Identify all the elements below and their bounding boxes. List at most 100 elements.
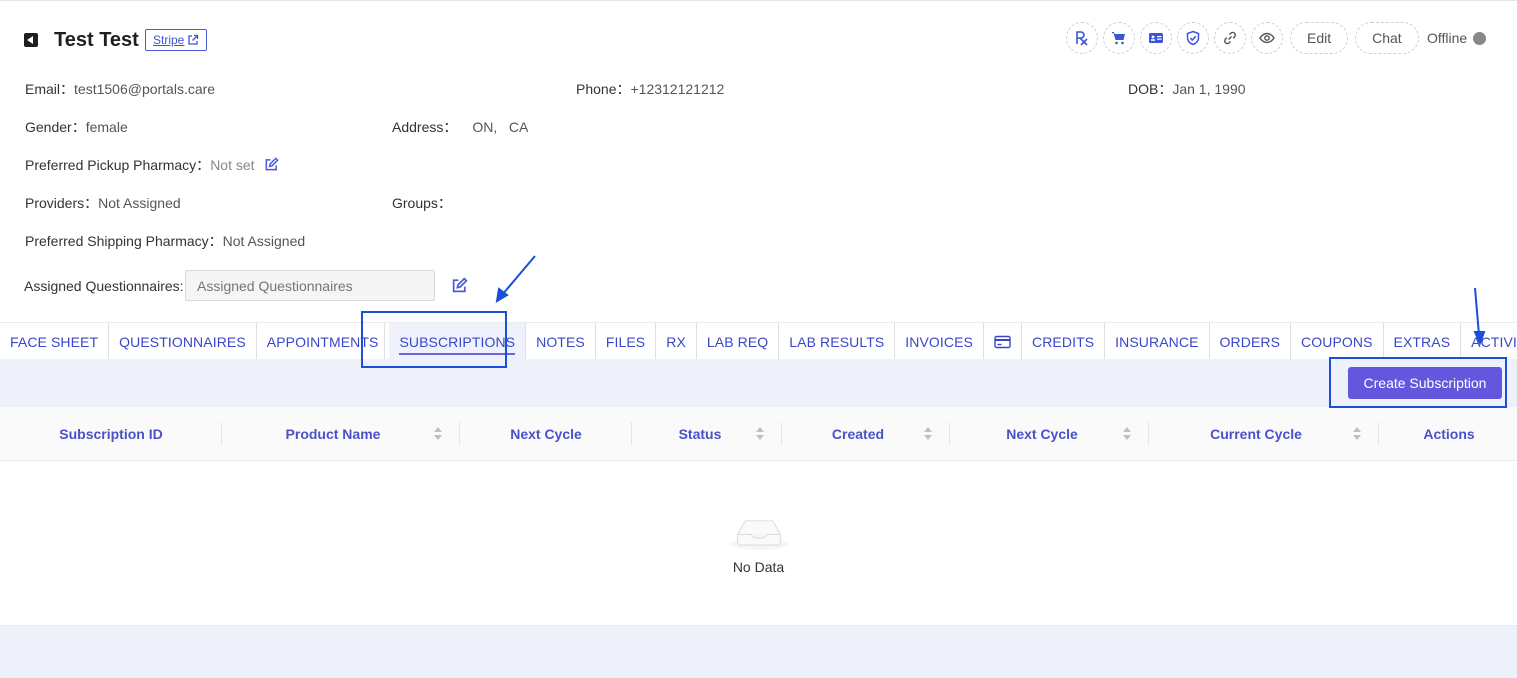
tab-invoices[interactable]: INVOICES [895, 323, 985, 360]
column-next-cycle-2[interactable]: Next Cycle [950, 407, 1134, 461]
shield-icon [1186, 30, 1200, 46]
cart-icon [1112, 32, 1125, 45]
rx-icon [1076, 31, 1088, 46]
tab-label: EXTRAS [1393, 333, 1451, 350]
id-card-button[interactable] [1140, 22, 1172, 54]
gender-value: female [85, 119, 128, 135]
tab-orders[interactable]: ORDERS [1210, 323, 1292, 360]
sort-icon[interactable] [1123, 427, 1131, 441]
tab-label: INVOICES [905, 333, 974, 350]
providers-label: Providers： [25, 195, 99, 211]
edit-icon[interactable] [264, 157, 280, 175]
tab-notes[interactable]: NOTES [526, 323, 596, 360]
empty-state: No Data [0, 461, 1517, 626]
tab-lab-req[interactable]: LAB REQ [697, 323, 780, 360]
tab-label: ORDERS [1219, 333, 1281, 350]
tab-lab-results[interactable]: LAB RESULTS [779, 323, 896, 360]
dob-row: DOB：Jan 1, 1990 [1128, 79, 1246, 99]
tab-activity[interactable]: ACTIVITY [1461, 323, 1517, 360]
gender-label: Gender： [25, 119, 86, 135]
tab-rx[interactable]: RX [656, 323, 697, 360]
column-subscription-id[interactable]: Subscription ID [0, 407, 222, 461]
shipping-pharmacy-row: Preferred Shipping Pharmacy：Not Assigned [25, 231, 305, 251]
table-header: Subscription ID Product Name Next Cycle … [0, 407, 1517, 461]
address-label: Address： [392, 119, 458, 135]
footer-band [0, 626, 1517, 678]
column-next-cycle[interactable]: Next Cycle [460, 407, 632, 461]
questionnaires-input[interactable] [185, 270, 435, 301]
email-row: Email：test1506@portals.care [25, 79, 215, 99]
tab-extras[interactable]: EXTRAS [1384, 323, 1462, 360]
tab-label: FILES [605, 333, 646, 350]
tab-label: NOTES [536, 333, 585, 350]
tab-insurance[interactable]: INSURANCE [1105, 323, 1210, 360]
link-button[interactable] [1214, 22, 1246, 54]
pickup-pharmacy-row: Preferred Pickup Pharmacy：Not set [25, 155, 280, 175]
groups-row: Groups： [392, 193, 452, 213]
pickup-pharmacy-value: Not set [210, 157, 255, 173]
phone-row: Phone：+12312121212 [576, 79, 724, 99]
tab-coupons[interactable]: COUPONS [1291, 323, 1384, 360]
eye-icon [1259, 32, 1275, 44]
sort-icon[interactable] [434, 427, 442, 441]
highlight-subscriptions-tab [361, 311, 507, 368]
sort-icon[interactable] [756, 427, 764, 441]
column-status[interactable]: Status [632, 407, 768, 461]
empty-inbox-icon [729, 520, 789, 550]
tab-label: INSURANCE [1115, 333, 1199, 350]
dob-label: DOB： [1128, 81, 1173, 97]
tab-label: ACTIVITY [1471, 333, 1517, 350]
pickup-pharmacy-label: Preferred Pickup Pharmacy： [25, 157, 211, 173]
email-value: test1506@portals.care [74, 81, 216, 97]
stripe-link-label: Stripe [153, 33, 185, 47]
view-button[interactable] [1251, 22, 1283, 54]
no-data-text: No Data [732, 559, 785, 575]
phone-value: +12312121212 [630, 81, 725, 97]
address-row: Address： ON, CA [392, 117, 528, 137]
tab-questionnaires[interactable]: QUESTIONNAIRES [109, 323, 257, 360]
tab-files[interactable]: FILES [596, 323, 657, 360]
tab-label: FACE SHEET [10, 333, 99, 350]
column-created[interactable]: Created [782, 407, 934, 461]
stripe-link[interactable]: Stripe [145, 29, 208, 51]
groups-label: Groups： [392, 195, 452, 211]
tab-label: CREDITS [1032, 333, 1095, 350]
highlight-create-button [1329, 357, 1507, 408]
tab-face-sheet[interactable]: FACE SHEET [0, 323, 110, 360]
edit-questionnaires-icon[interactable] [451, 277, 468, 297]
back-icon[interactable] [24, 33, 38, 47]
edit-button[interactable]: Edit [1290, 22, 1349, 54]
link-icon [1224, 31, 1236, 45]
tab-payment-methods[interactable] [984, 323, 1023, 360]
shipping-pharmacy-value: Not Assigned [222, 233, 306, 249]
sort-icon[interactable] [1353, 427, 1361, 441]
tab-label: QUESTIONNAIRES [119, 333, 246, 350]
tab-label: LAB REQ [706, 333, 769, 350]
external-link-icon [188, 34, 199, 45]
header-actions: Edit Chat [1066, 22, 1419, 54]
chat-button[interactable]: Chat [1355, 22, 1419, 54]
providers-value: Not Assigned [98, 195, 181, 211]
sort-icon[interactable] [924, 427, 932, 441]
column-current-cycle[interactable]: Current Cycle [1149, 407, 1363, 461]
patient-name: Test Test [54, 29, 139, 51]
rx-button[interactable] [1066, 22, 1098, 54]
gender-row: Gender：female [25, 117, 128, 137]
cart-button[interactable] [1103, 22, 1135, 54]
arrow-to-subscriptions-tab [495, 255, 536, 303]
top-border [0, 0, 1517, 1]
shield-button[interactable] [1177, 22, 1209, 54]
column-actions: Actions [1423, 426, 1475, 442]
providers-row: Providers：Not Assigned [25, 193, 181, 213]
tab-credits[interactable]: CREDITS [1022, 323, 1106, 360]
address-value: ON, CA [472, 119, 529, 135]
id-card-icon [1149, 33, 1163, 43]
phone-label: Phone： [576, 81, 631, 97]
status-dot-icon [1473, 31, 1487, 45]
tab-label: LAB RESULTS [789, 333, 885, 350]
shipping-pharmacy-label: Preferred Shipping Pharmacy： [25, 233, 223, 249]
column-product-name[interactable]: Product Name [222, 407, 444, 461]
questionnaires-label: Assigned Questionnaires: [24, 278, 184, 294]
dob-value: Jan 1, 1990 [1172, 81, 1246, 97]
toolbar-band [0, 359, 1517, 407]
